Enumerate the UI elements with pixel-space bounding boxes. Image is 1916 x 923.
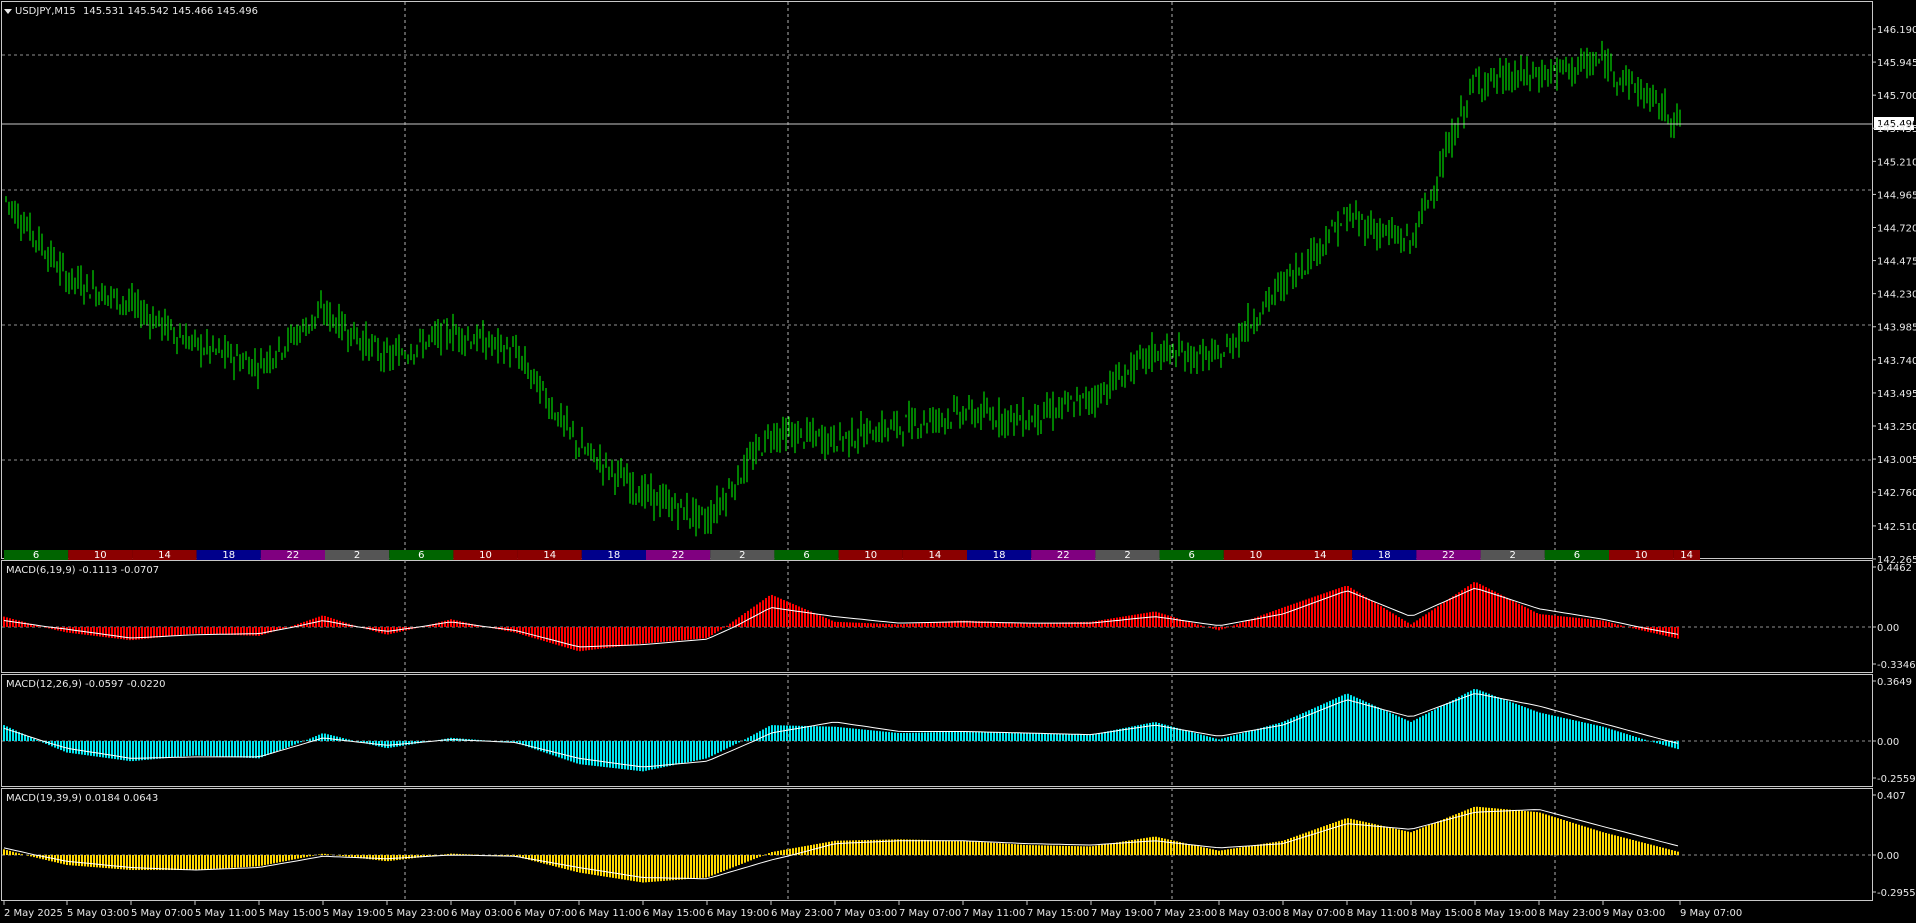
session-label: 6 — [803, 550, 809, 561]
session-label: 10 — [479, 550, 492, 561]
price-tick-label: 143.495 — [1877, 389, 1916, 400]
indicator-tick-label: 0.3649 — [1877, 677, 1912, 688]
time-tick-label: 5 May 11:00 — [195, 908, 257, 919]
time-tick-label: 5 May 15:00 — [259, 908, 321, 919]
session-label: 10 — [94, 550, 107, 561]
indicator-tick-label: -0.2955 — [1877, 888, 1916, 899]
session-label: 22 — [287, 550, 300, 561]
time-tick-label: 7 May 23:00 — [1155, 908, 1217, 919]
time-tick-label: 6 May 19:00 — [707, 908, 769, 919]
price-tick-label: 143.985 — [1877, 323, 1916, 334]
session-label: 10 — [864, 550, 877, 561]
time-tick-label: 7 May 15:00 — [1027, 908, 1089, 919]
indicator-title: MACD(12,26,9) -0.0597 -0.0220 — [6, 679, 166, 690]
time-tick-label: 8 May 03:00 — [1219, 908, 1281, 919]
chart-header: USDJPY,M15 145.531 145.542 145.466 145.4… — [4, 6, 258, 17]
indicator-tick-label: 0.00 — [1877, 623, 1899, 634]
price-tick-label: 144.475 — [1877, 257, 1916, 268]
price-tick-label: 144.965 — [1877, 190, 1916, 201]
session-label: 18 — [1378, 550, 1391, 561]
time-tick-label: 6 May 03:00 — [451, 908, 513, 919]
indicator-tick-label: 0.4462 — [1877, 563, 1912, 574]
session-label: 6 — [1189, 550, 1195, 561]
time-tick-label: 7 May 11:00 — [963, 908, 1025, 919]
session-label: 2 — [739, 550, 745, 561]
time-tick-label: 9 May 03:00 — [1603, 908, 1665, 919]
ohlc-readout: 145.531 145.542 145.466 145.496 — [83, 6, 258, 17]
time-tick-label: 5 May 23:00 — [387, 908, 449, 919]
session-label: 10 — [1250, 550, 1263, 561]
price-tick-label: 145.455 — [1877, 124, 1916, 135]
indicator-tick-label: -0.3346 — [1877, 660, 1916, 671]
price-tick-label: 144.720 — [1877, 223, 1916, 234]
time-tick-label: 6 May 15:00 — [643, 908, 705, 919]
session-label: 14 — [158, 550, 171, 561]
price-tick-label: 145.210 — [1877, 157, 1916, 168]
time-tick-label: 7 May 07:00 — [899, 908, 961, 919]
price-tick-label: 144.230 — [1877, 290, 1916, 301]
session-label: 18 — [222, 550, 235, 561]
time-tick-label: 7 May 19:00 — [1091, 908, 1153, 919]
trading-chart[interactable]: 6 10 14 18 22 2 6 10 14 18 22 2 6 10 14 18 22 2 6 10 14 18 22 2… — [0, 0, 1916, 923]
session-label: 2 — [1124, 550, 1130, 561]
time-tick-label: 6 May 23:00 — [771, 908, 833, 919]
session-label: 10 — [1635, 550, 1648, 561]
time-tick-label: 8 May 23:00 — [1539, 908, 1601, 919]
time-tick-label: 6 May 07:00 — [515, 908, 577, 919]
session-label: 6 — [1574, 550, 1580, 561]
indicator-tick-label: 0.00 — [1877, 737, 1899, 748]
session-label: 22 — [1442, 550, 1455, 561]
indicator-tick-label: 0.00 — [1877, 851, 1899, 862]
price-tick-label: 145.945 — [1877, 58, 1916, 69]
price-tick-label: 142.760 — [1877, 488, 1916, 499]
price-tick-label: 146.190 — [1877, 25, 1916, 36]
session-bar: 6 10 14 18 22 2 6 10 14 18 22 2 6 10 14 18 22 2 6 10 14 18 22 2… — [4, 550, 1700, 561]
session-label: 6 — [33, 550, 39, 561]
session-label: 2 — [1510, 550, 1516, 561]
indicator-title: MACD(19,39,9) 0.0184 0.0643 — [6, 793, 158, 804]
time-tick-label: 5 May 03:00 — [67, 908, 129, 919]
price-tick-label: 143.250 — [1877, 422, 1916, 433]
time-tick-label: 2 May 2025 — [4, 908, 63, 919]
session-label: 6 — [418, 550, 424, 561]
price-tick-label: 145.700 — [1877, 91, 1916, 102]
indicator-title: MACD(6,19,9) -0.1113 -0.0707 — [6, 565, 159, 576]
session-label: 14 — [543, 550, 556, 561]
session-label: 22 — [1057, 550, 1070, 561]
time-tick-label: 9 May 07:00 — [1680, 908, 1742, 919]
price-tick-label: 142.510 — [1877, 522, 1916, 533]
session-label: 22 — [672, 550, 685, 561]
time-tick-label: 7 May 03:00 — [835, 908, 897, 919]
session-label: 14 — [1680, 550, 1693, 561]
time-tick-label: 8 May 19:00 — [1475, 908, 1537, 919]
price-tick-label: 143.740 — [1877, 356, 1916, 367]
session-label: 14 — [929, 550, 942, 561]
session-label: 2 — [354, 550, 360, 561]
time-tick-label: 8 May 11:00 — [1347, 908, 1409, 919]
price-tick-label: 143.005 — [1877, 455, 1916, 466]
time-tick-label: 5 May 07:00 — [131, 908, 193, 919]
time-tick-label: 8 May 07:00 — [1283, 908, 1345, 919]
symbol-label: USDJPY,M15 — [15, 6, 76, 17]
time-tick-label: 5 May 19:00 — [323, 908, 385, 919]
indicator-tick-label: 0.407 — [1877, 791, 1906, 802]
indicator-tick-label: -0.2559 — [1877, 774, 1916, 785]
session-label: 18 — [608, 550, 621, 561]
time-tick-label: 6 May 11:00 — [579, 908, 641, 919]
time-tick-label: 8 May 15:00 — [1411, 908, 1473, 919]
session-label: 14 — [1314, 550, 1327, 561]
session-label: 18 — [993, 550, 1006, 561]
